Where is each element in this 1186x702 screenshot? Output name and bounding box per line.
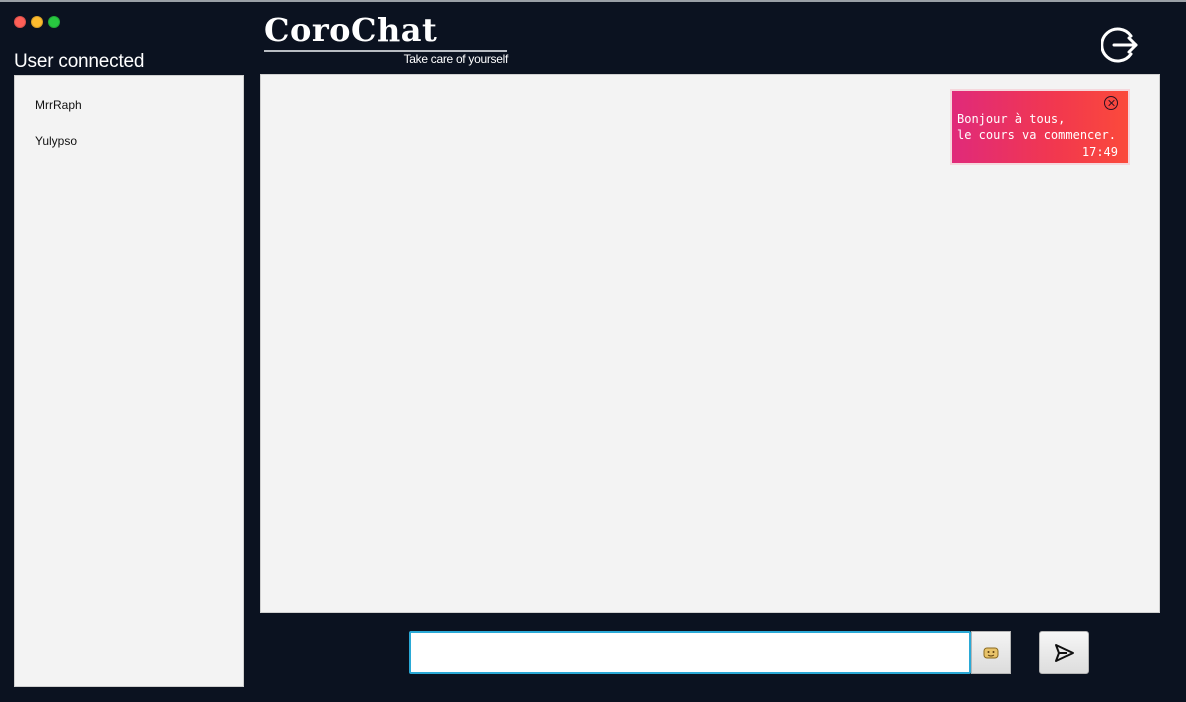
app-title: CoroChat: [264, 11, 438, 49]
message-timestamp: 17:49: [1081, 145, 1118, 159]
logout-button[interactable]: [1100, 25, 1141, 65]
user-list: MrrRaph Yulypso: [14, 75, 244, 687]
users-panel-title: User connected: [14, 51, 145, 72]
send-icon: [1055, 643, 1074, 662]
message-composer: [409, 631, 1011, 674]
window-top-border: [0, 0, 1186, 2]
chat-messages-area[interactable]: Bonjour à tous, le cours va commencer. 1…: [260, 74, 1160, 613]
close-icon[interactable]: [1104, 96, 1118, 110]
emoji-icon: [983, 647, 999, 658]
message-input[interactable]: [409, 631, 971, 674]
close-window-button[interactable]: [14, 16, 26, 28]
app-window: User connected MrrRaph Yulypso CoroChat …: [0, 0, 1186, 702]
app-tagline: Take care of yourself: [403, 52, 509, 66]
logout-icon: [1100, 27, 1138, 63]
message-text-line: le cours va commencer.: [957, 128, 1116, 142]
maximize-window-button[interactable]: [48, 16, 60, 28]
send-button[interactable]: [1039, 631, 1089, 674]
app-brand: CoroChat Take care of yourself: [264, 10, 508, 66]
window-controls: [14, 16, 60, 28]
minimize-window-button[interactable]: [31, 16, 43, 28]
user-list-item[interactable]: MrrRaph: [15, 94, 243, 130]
emoji-button[interactable]: [971, 631, 1011, 674]
user-list-item[interactable]: Yulypso: [15, 130, 243, 166]
message-text-line: Bonjour à tous,: [957, 112, 1066, 126]
message-bubble: Bonjour à tous, le cours va commencer. 1…: [950, 89, 1130, 165]
